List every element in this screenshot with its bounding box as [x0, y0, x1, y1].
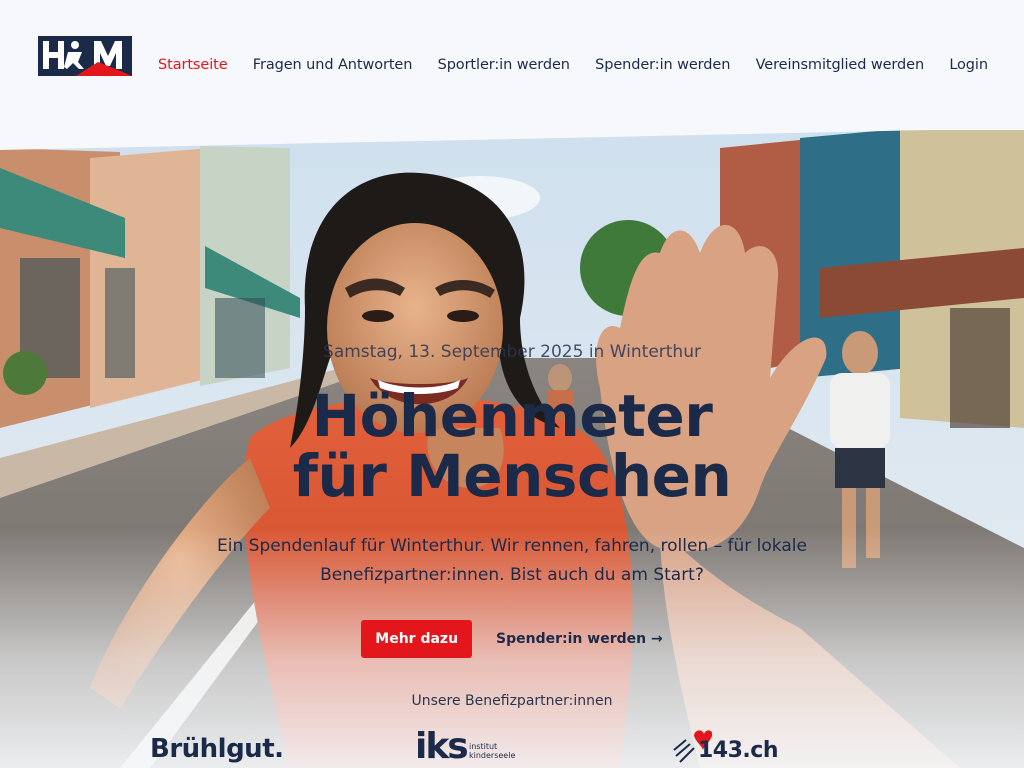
nav-faq[interactable]: Fragen und Antworten	[253, 57, 413, 73]
cta-row: Mehr dazu Spender:in werden →	[0, 620, 1024, 658]
event-dateline: Samstag, 13. September 2025 in Winterthu…	[323, 342, 701, 362]
mehr-dazu-button[interactable]: Mehr dazu	[361, 620, 473, 658]
partner-143-logo[interactable]: 143.ch	[672, 726, 778, 768]
partners-label: Unsere Benefizpartner:innen	[411, 693, 613, 709]
main-nav: Startseite Fragen und Antworten Sportler…	[158, 55, 988, 75]
nav-vereinsmitglied[interactable]: Vereinsmitglied werden	[756, 57, 925, 73]
headline-line-1: Höhenmeter	[311, 382, 713, 450]
hero-content: Samstag, 13. September 2025 in Winterthu…	[0, 128, 1024, 768]
site-header: Startseite Fragen und Antworten Sportler…	[0, 0, 1024, 130]
spender-werden-link[interactable]: Spender:in werden →	[496, 631, 663, 647]
hero-lead: Ein Spendenlauf für Winterthur. Wir renn…	[0, 532, 1024, 590]
nav-startseite[interactable]: Startseite	[158, 57, 228, 73]
iks-mark: iks	[415, 726, 469, 767]
partner-bruehlgut-logo[interactable]: Brühlgut.	[150, 734, 284, 764]
hero-headline: Höhenmeter für Menschen	[0, 386, 1024, 506]
iks-sub-line-2: kinderseele	[469, 751, 516, 760]
partner-143-text: 143.ch	[698, 738, 778, 763]
headline-line-2: für Menschen	[292, 442, 732, 510]
nav-sportler[interactable]: Sportler:in werden	[438, 57, 570, 73]
site-logo[interactable]	[38, 36, 132, 76]
partner-iks-logo[interactable]: iks institut kinderseele	[415, 726, 525, 768]
lead-line-1: Ein Spendenlauf für Winterthur. Wir renn…	[217, 536, 807, 556]
lead-line-2: Benefizpartner:innen. Bist auch du am St…	[320, 565, 704, 585]
iks-sub-line-1: institut	[469, 742, 498, 751]
nav-spender[interactable]: Spender:in werden	[595, 57, 730, 73]
nav-login[interactable]: Login	[949, 57, 988, 73]
iks-subtitle: institut kinderseele	[469, 742, 515, 760]
